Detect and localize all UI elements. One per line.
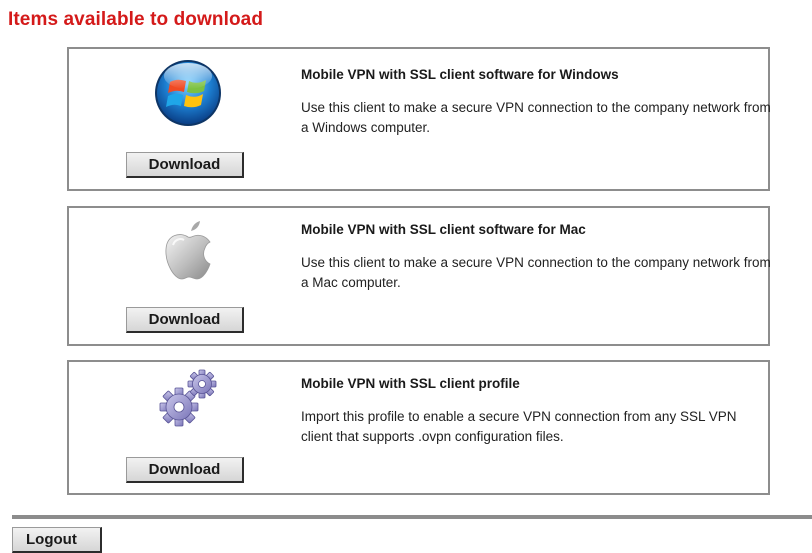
item-heading: Mobile VPN with SSL client software for … xyxy=(301,222,586,237)
download-item-mac: Download Mobile VPN with SSL client soft… xyxy=(67,206,771,346)
download-item-profile: Download Mobile VPN with SSL client prof… xyxy=(67,360,770,495)
item-text-profile: Mobile VPN with SSL client profile Impor… xyxy=(301,375,760,447)
download-mac-button[interactable]: Download xyxy=(126,307,244,333)
item-heading: Mobile VPN with SSL client software for … xyxy=(301,67,619,82)
item-description: Use this client to make a secure VPN con… xyxy=(301,100,771,135)
item-text-mac: Mobile VPN with SSL client software for … xyxy=(301,221,771,293)
item-description: Use this client to make a secure VPN con… xyxy=(301,255,771,290)
item-heading: Mobile VPN with SSL client profile xyxy=(301,376,520,391)
logout-button[interactable]: Logout xyxy=(12,527,102,553)
divider xyxy=(12,515,812,519)
item-description: Import this profile to enable a secure V… xyxy=(301,409,737,444)
apple-logo-icon xyxy=(153,217,223,287)
page-title: Items available to download xyxy=(8,9,264,30)
download-item-windows: Download Mobile VPN with SSL client soft… xyxy=(67,47,771,191)
gears-icon xyxy=(153,365,223,435)
download-profile-button[interactable]: Download xyxy=(126,457,244,483)
item-text-windows: Mobile VPN with SSL client software for … xyxy=(301,66,771,138)
download-windows-button[interactable]: Download xyxy=(126,152,244,178)
windows-logo-icon xyxy=(153,58,223,128)
